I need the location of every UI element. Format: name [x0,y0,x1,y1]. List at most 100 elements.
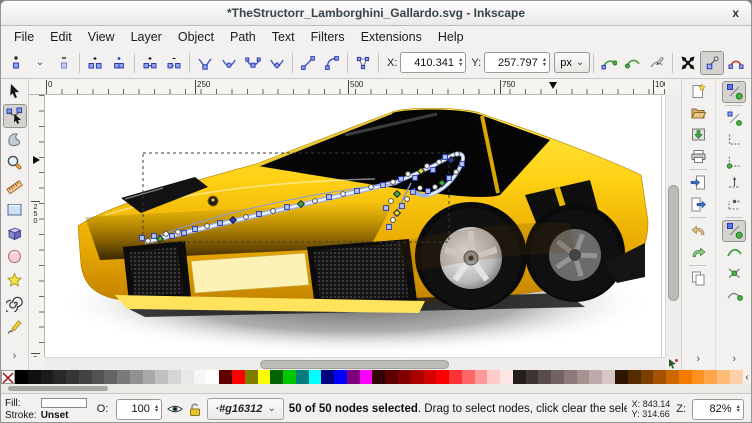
measure-tool[interactable] [3,175,27,199]
current-layer-dropdown[interactable]: ·#g16312 ⌄ [207,398,284,420]
ellipse-tool[interactable] [3,245,27,269]
next-path-effect-button[interactable] [645,51,669,75]
commands-more-button[interactable]: › [686,349,710,371]
horizontal-ruler[interactable]: 0 250 500 750 100 [45,79,665,95]
palette-scrollbar-thumb[interactable] [8,386,108,391]
segment-to-line-button[interactable] [296,51,320,75]
node-smooth-button[interactable] [217,51,241,75]
pencil-tool[interactable] [3,316,27,340]
palette-swatch[interactable] [308,370,322,384]
spinner-arrows-icon[interactable]: ▲ ▼ [154,404,159,414]
palette-swatch[interactable] [461,370,475,384]
menu-item-help[interactable]: Help [430,28,472,46]
horizontal-scrollbar-thumb[interactable] [260,360,449,369]
break-path-button[interactable] [83,51,107,75]
palette-swatch[interactable] [168,370,181,384]
snap-bbox-corners-button[interactable] [722,151,746,173]
3dbox-tool[interactable] [3,222,27,246]
export-button[interactable] [686,194,710,216]
palette-scrollbar[interactable] [1,384,751,393]
color-managed-display-toggle[interactable] [665,357,681,370]
palette-swatch[interactable] [410,370,424,384]
palette-swatch[interactable] [589,370,603,384]
palette-swatch[interactable] [219,370,233,384]
palette-swatch[interactable] [142,370,156,384]
show-path-outline-button[interactable] [724,51,748,75]
vertical-scrollbar[interactable] [665,95,681,357]
toolbox-more-button[interactable]: › [3,345,27,369]
palette-swatch[interactable] [653,370,667,384]
palette-swatch[interactable] [346,370,360,384]
import-button[interactable] [686,172,710,194]
fill-swatch[interactable] [40,398,87,408]
palette-swatch[interactable] [359,370,373,384]
x-coordinate-input[interactable]: 410.341 ▲ ▼ [400,52,467,73]
palette-swatch[interactable] [66,370,79,384]
menu-item-view[interactable]: View [80,28,123,46]
palette-swatch[interactable] [704,370,718,384]
palette-swatch[interactable] [385,370,398,384]
y-coordinate-input[interactable]: 257.797 ▲ ▼ [484,52,551,73]
selector-tool[interactable] [3,80,27,104]
palette-swatch[interactable] [180,370,194,384]
menu-item-text[interactable]: Text [264,28,303,46]
palette-swatch[interactable] [40,370,54,384]
undo-button[interactable] [686,220,710,242]
menu-item-layer[interactable]: Layer [123,28,170,46]
print-button[interactable] [686,146,710,168]
snap-bbox-edges-button[interactable] [722,129,746,151]
open-document-button[interactable] [686,103,710,125]
snap-bbox-button[interactable] [722,108,746,130]
delete-segment-button[interactable] [162,51,186,75]
palette-swatch[interactable] [244,370,258,384]
canvas[interactable] [45,95,665,357]
palette-swatch[interactable] [640,370,654,384]
new-document-button[interactable] [686,81,710,103]
join-with-segment-button[interactable] [138,51,162,75]
menu-item-extensions[interactable]: Extensions [353,28,430,46]
palette-swatch[interactable] [691,370,705,384]
palette-swatch[interactable] [78,370,92,384]
layer-visibility-icon[interactable] [167,402,184,416]
menu-item-path[interactable]: Path [222,28,264,46]
show-transform-handles-button[interactable] [676,51,700,75]
enable-snapping-button[interactable] [722,81,747,103]
palette-swatch[interactable] [397,370,411,384]
palette-swatch[interactable] [295,370,309,384]
show-bezier-handles-button[interactable] [700,50,725,75]
palette-swatch[interactable] [614,370,628,384]
spinner-arrows-icon[interactable]: ▲ ▼ [542,57,547,67]
palette-swatch[interactable] [436,370,450,384]
menu-item-object[interactable]: Object [170,28,222,46]
snap-more-button[interactable]: › [722,349,746,371]
snap-intersections-button[interactable] [722,263,746,285]
palette-swatch[interactable] [525,370,539,384]
delete-node-button[interactable] [52,51,76,75]
join-nodes-button[interactable] [107,51,131,75]
palette-swatch[interactable] [53,370,67,384]
rectangle-tool[interactable] [3,198,27,222]
node-symmetric-button[interactable] [241,51,265,75]
edit-clipping-path-button[interactable] [597,51,621,75]
menu-item-edit[interactable]: Edit [42,28,80,46]
edit-mask-button[interactable] [621,51,645,75]
snap-nodes-button[interactable] [722,220,747,242]
fill-stroke-indicator[interactable]: Fill: Stroke: Unset [5,398,87,421]
spinner-arrows-icon[interactable]: ▲ ▼ [736,404,741,414]
palette-swatch[interactable] [487,370,501,384]
palette-swatch[interactable] [321,370,335,384]
opacity-input[interactable]: 100 ▲ ▼ [116,398,163,420]
palette-swatch[interactable] [474,370,488,384]
palette-scroll-arrow[interactable]: ‹ [743,370,751,384]
palette-swatch[interactable] [666,370,679,384]
palette-swatch[interactable] [372,370,386,384]
palette-swatch[interactable] [627,370,641,384]
zoom-tool[interactable] [3,151,27,175]
zoom-input[interactable]: 82% ▲ ▼ [692,398,744,420]
spiral-tool[interactable] [3,292,27,316]
palette-swatch[interactable] [678,370,692,384]
palette-swatch[interactable] [423,370,437,384]
palette-swatch[interactable] [117,370,130,384]
palette-swatch[interactable] [563,370,577,384]
palette-swatch[interactable] [500,370,513,384]
